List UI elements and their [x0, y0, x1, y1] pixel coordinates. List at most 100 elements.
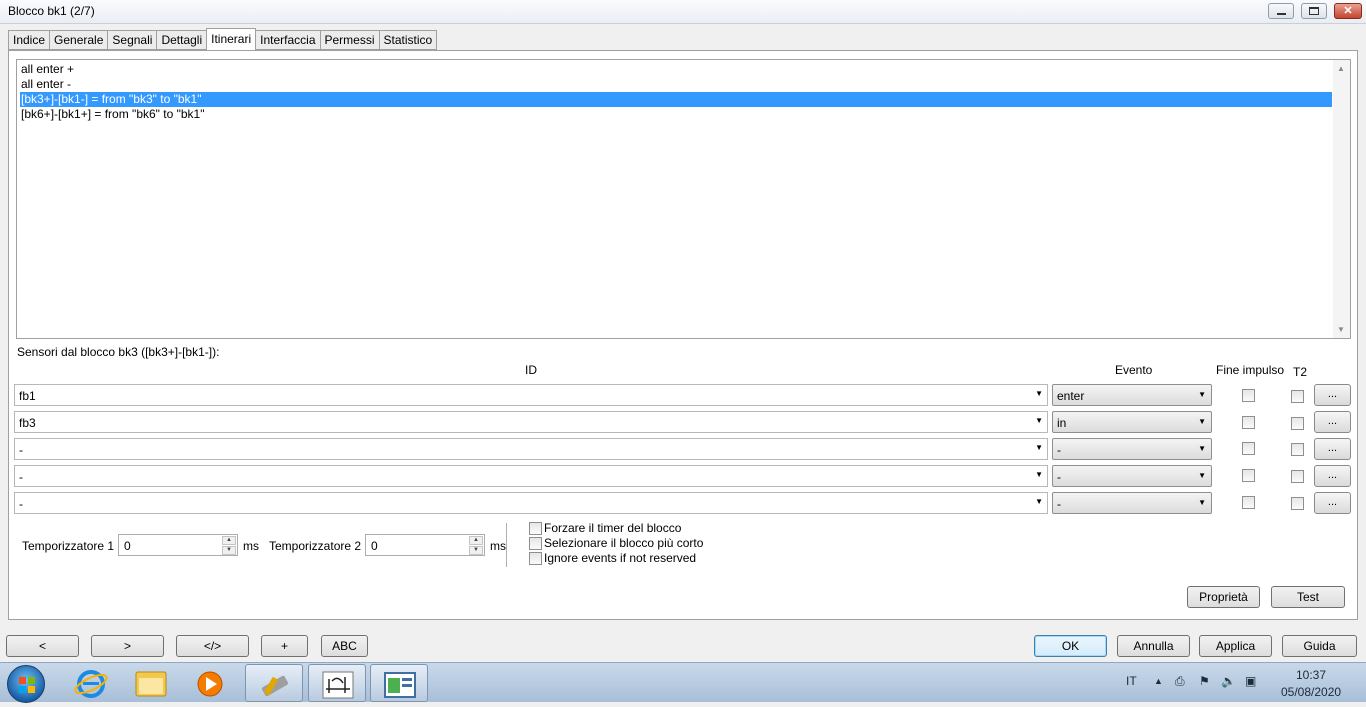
spin-up-icon[interactable]: ▲ [469, 536, 483, 545]
scroll-down-icon[interactable]: ▼ [1337, 325, 1345, 334]
taskbar-app-tools[interactable] [245, 664, 303, 702]
sensor-id-value: fb3 [19, 416, 36, 430]
xml-button[interactable]: </> [176, 635, 249, 657]
prev-button[interactable]: < [6, 635, 79, 657]
t2-checkbox[interactable] [1291, 443, 1304, 456]
chevron-down-icon: ▼ [1198, 390, 1206, 399]
route-item[interactable]: all enter - [20, 77, 71, 92]
sensor-more-button[interactable]: ... [1314, 411, 1351, 433]
abc-button[interactable]: ABC [321, 635, 368, 657]
clock-time[interactable]: 10:37 [1296, 668, 1326, 682]
route-item[interactable]: all enter + [20, 62, 74, 77]
network-icon[interactable]: ▣ [1245, 674, 1256, 688]
cancel-button[interactable]: Annulla [1117, 635, 1190, 657]
end-pulse-checkbox[interactable] [1242, 389, 1255, 402]
sensor-id-value: - [19, 497, 23, 511]
start-button[interactable] [7, 665, 45, 703]
sensor-id-select[interactable]: - ▼ [14, 492, 1048, 514]
tab-interfaccia[interactable]: Interfaccia [256, 30, 320, 50]
timer2-spinbox[interactable]: 0 ▲ ▼ [365, 534, 485, 556]
minimize-button[interactable] [1268, 3, 1294, 19]
sensor-id-select[interactable]: - ▼ [14, 438, 1048, 460]
routes-scrollbar[interactable]: ▲ ▼ [1333, 60, 1350, 338]
route-item[interactable]: [bk6+]-[bk1+] = from "bk6" to "bk1" [20, 107, 204, 122]
end-pulse-checkbox[interactable] [1242, 496, 1255, 509]
ignore-events-checkbox[interactable] [529, 552, 542, 565]
route-item-selected[interactable]: [bk3+]-[bk1-] = from "bk3" to "bk1" [20, 92, 1332, 107]
sensor-event-select[interactable]: enter ▼ [1052, 384, 1212, 406]
force-timer-label: Forzare il timer del blocco [544, 521, 682, 535]
timer1-value: 0 [124, 539, 131, 553]
timer1-label: Temporizzatore 1 [22, 539, 115, 553]
tab-statistico[interactable]: Statistico [378, 30, 438, 50]
sensor-event-select[interactable]: in ▼ [1052, 411, 1212, 433]
spin-down-icon[interactable]: ▼ [222, 546, 236, 555]
language-indicator[interactable]: IT [1126, 674, 1137, 688]
timer1-unit: ms [243, 539, 259, 553]
media-player-icon [197, 671, 223, 697]
t2-checkbox[interactable] [1291, 390, 1304, 403]
sensor-more-button[interactable]: ... [1314, 492, 1351, 514]
tab-generale[interactable]: Generale [49, 30, 108, 50]
sensor-id-value: - [19, 470, 23, 484]
taskbar-app-rocrail[interactable] [308, 664, 366, 702]
action-center-flag-icon[interactable]: ⚑ [1199, 674, 1210, 688]
sensor-event-value: enter [1057, 389, 1085, 403]
tab-segnali[interactable]: Segnali [107, 30, 157, 50]
chevron-down-icon: ▼ [1198, 498, 1206, 507]
clock-date[interactable]: 05/08/2020 [1281, 685, 1341, 699]
force-timer-checkbox[interactable] [529, 522, 542, 535]
routes-list[interactable]: all enter + all enter - [bk3+]-[bk1-] = … [16, 59, 1351, 339]
spin-down-icon[interactable]: ▼ [469, 546, 483, 555]
sensor-id-select[interactable]: fb1 ▼ [14, 384, 1048, 406]
col-header-event: Evento [1115, 363, 1153, 377]
next-button[interactable]: > [91, 635, 164, 657]
spin-up-icon[interactable]: ▲ [222, 536, 236, 545]
sensor-event-select[interactable]: - ▼ [1052, 465, 1212, 487]
taskbar-media-player[interactable] [182, 664, 240, 702]
end-pulse-checkbox[interactable] [1242, 469, 1255, 482]
timer1-spinbox[interactable]: 0 ▲ ▼ [118, 534, 238, 556]
maximize-button[interactable] [1301, 3, 1327, 19]
shortest-block-checkbox[interactable] [529, 537, 542, 550]
devices-icon[interactable]: ⎙ [1175, 674, 1185, 689]
sensor-event-select[interactable]: - ▼ [1052, 438, 1212, 460]
sensor-more-button[interactable]: ... [1314, 465, 1351, 487]
sensor-id-select[interactable]: - ▼ [14, 465, 1048, 487]
scroll-up-icon[interactable]: ▲ [1337, 64, 1345, 73]
end-pulse-checkbox[interactable] [1242, 442, 1255, 455]
ok-button[interactable]: OK [1034, 635, 1107, 657]
tab-itinerari[interactable]: Itinerari [206, 28, 257, 50]
col-header-end-pulse: Fine impulso [1216, 363, 1285, 377]
t2-checkbox[interactable] [1291, 470, 1304, 483]
help-button[interactable]: Guida [1282, 635, 1357, 657]
sensor-more-button[interactable]: ... [1314, 438, 1351, 460]
tab-permessi[interactable]: Permessi [319, 30, 379, 50]
apply-button[interactable]: Applica [1199, 635, 1272, 657]
tab-indice[interactable]: Indice [8, 30, 50, 50]
chevron-down-icon: ▼ [1035, 443, 1043, 452]
title-bar: Blocco bk1 (2/7) ✕ [0, 0, 1366, 24]
chevron-down-icon: ▼ [1198, 417, 1206, 426]
properties-button[interactable]: Proprietà [1187, 586, 1260, 608]
add-button[interactable]: + [261, 635, 308, 657]
tray-expand-icon[interactable]: ▲ [1154, 676, 1163, 686]
test-button[interactable]: Test [1271, 586, 1345, 608]
taskbar-ie[interactable] [62, 664, 120, 702]
window-app-icon [384, 672, 416, 698]
chevron-down-icon: ▼ [1035, 416, 1043, 425]
chevron-down-icon: ▼ [1198, 471, 1206, 480]
end-pulse-checkbox[interactable] [1242, 416, 1255, 429]
maximize-icon [1309, 7, 1319, 15]
ignore-events-label: Ignore events if not reserved [544, 551, 697, 565]
sensor-more-button[interactable]: ... [1314, 384, 1351, 406]
tab-dettagli[interactable]: Dettagli [156, 30, 207, 50]
sensor-event-select[interactable]: - ▼ [1052, 492, 1212, 514]
t2-checkbox[interactable] [1291, 417, 1304, 430]
taskbar-explorer[interactable] [122, 664, 180, 702]
t2-checkbox[interactable] [1291, 497, 1304, 510]
sensor-id-select[interactable]: fb3 ▼ [14, 411, 1048, 433]
volume-icon[interactable]: 🔈 [1221, 674, 1236, 688]
close-button[interactable]: ✕ [1334, 3, 1362, 19]
taskbar-app-window[interactable] [370, 664, 428, 702]
